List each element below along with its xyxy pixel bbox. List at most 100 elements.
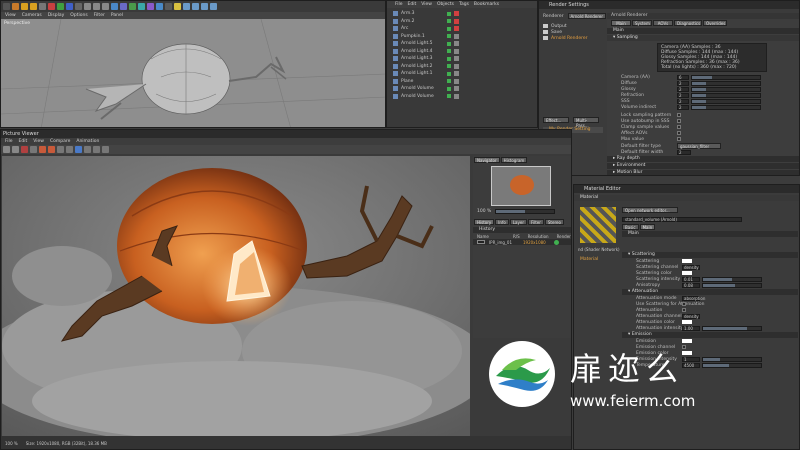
history-row[interactable]: IPR_img_01 1920x1080	[473, 239, 571, 245]
object-list-item[interactable]: Arm.2	[393, 18, 537, 26]
visibility-icon[interactable]	[447, 49, 451, 54]
om-menu-tags[interactable]: Tags	[459, 1, 469, 8]
tab-system[interactable]: System	[632, 20, 652, 26]
object-list-item[interactable]: Arnold Volume	[393, 93, 537, 101]
visibility-icon[interactable]	[447, 34, 451, 39]
cube-icon[interactable]	[111, 3, 118, 10]
viewport-menu-options[interactable]: Options	[70, 12, 87, 19]
y-axis-icon[interactable]	[57, 3, 64, 10]
material-param-slider[interactable]	[702, 276, 762, 282]
stop-icon[interactable]	[21, 146, 28, 153]
option-checkbox[interactable]	[677, 113, 681, 117]
tab-navigator[interactable]: Navigator	[474, 157, 500, 163]
tab-histogram[interactable]: Histogram	[500, 157, 528, 163]
visibility-icon[interactable]	[447, 56, 451, 61]
render-settings-icon[interactable]	[102, 3, 109, 10]
render-settings-item-arnold[interactable]: Arnold Renderer	[543, 35, 603, 41]
channel-icon[interactable]	[84, 146, 91, 153]
material-param-field[interactable]: density	[682, 264, 700, 270]
object-list-item[interactable]: Arnold Light.5	[393, 40, 537, 48]
param-slider[interactable]	[691, 74, 761, 80]
visibility-icon[interactable]	[447, 19, 451, 24]
option-checkbox[interactable]	[677, 119, 681, 123]
material-param-checkbox[interactable]	[682, 308, 686, 312]
param-slider[interactable]	[691, 80, 761, 86]
arnold-icon[interactable]	[183, 3, 190, 10]
tag-icon[interactable]	[454, 18, 459, 24]
tag-icon[interactable]	[454, 41, 459, 47]
ray-depth-section[interactable]: ▸ Ray depth	[607, 156, 799, 162]
option-checkbox[interactable]	[677, 125, 681, 129]
tab-basic[interactable]: Basic	[622, 224, 639, 230]
ipr-icon[interactable]	[39, 146, 46, 153]
x-axis-icon[interactable]	[48, 3, 55, 10]
sampling-section[interactable]: ▾ Sampling	[607, 35, 799, 41]
renderer-dropdown[interactable]: Arnold Renderer	[567, 13, 607, 19]
pumpkin-model[interactable]	[141, 43, 231, 115]
om-menu-objects[interactable]: Objects	[437, 1, 454, 8]
arnold-volume-icon[interactable]	[210, 3, 217, 10]
environment-section[interactable]: ▸ Environment	[607, 163, 799, 169]
viewport-menu-filter[interactable]: Filter	[94, 12, 105, 19]
material-preview[interactable]	[580, 207, 616, 243]
tab-layer[interactable]: Layer	[509, 219, 527, 225]
visibility-icon[interactable]	[447, 86, 451, 91]
arm-model-right[interactable]	[228, 56, 287, 82]
om-menu-edit[interactable]: Edit	[408, 1, 417, 8]
visibility-icon[interactable]	[447, 41, 451, 46]
om-menu-view[interactable]: View	[421, 1, 432, 8]
material-param-field[interactable]: density	[682, 313, 700, 319]
multipass-button[interactable]: Multi-Pass...	[573, 117, 599, 128]
tag-icon[interactable]	[454, 33, 459, 39]
tab-stereo[interactable]: Stereo	[544, 219, 564, 225]
deformer-icon[interactable]	[147, 3, 154, 10]
param-field[interactable]: 2	[677, 92, 689, 98]
param-slider[interactable]	[691, 98, 761, 104]
motion-blur-section[interactable]: ▸ Motion Blur	[607, 170, 799, 175]
object-list-item[interactable]: Arm.3	[393, 10, 537, 18]
material-param-checkbox[interactable]	[682, 302, 686, 306]
arnold-light-icon[interactable]	[192, 3, 199, 10]
param-slider[interactable]	[691, 86, 761, 92]
param-slider[interactable]	[691, 104, 761, 110]
material-param-field[interactable]: absorption	[682, 295, 705, 301]
tab-history[interactable]: History	[474, 219, 495, 225]
visibility-icon[interactable]	[447, 71, 451, 76]
om-menu-file[interactable]: File	[395, 1, 403, 8]
viewport-menu-cameras[interactable]: Cameras	[22, 12, 42, 19]
filter-type-dropdown[interactable]: gaussian_filter	[677, 143, 721, 149]
object-list-item[interactable]: Arc	[393, 25, 537, 33]
material-param-field[interactable]: 0.01	[682, 276, 700, 282]
object-list-item[interactable]: Plane	[393, 78, 537, 86]
option-checkbox[interactable]	[677, 137, 681, 141]
material-param-slider[interactable]	[702, 325, 762, 331]
visibility-icon[interactable]	[447, 11, 451, 16]
object-list-item[interactable]: Arnold Light.2	[393, 63, 537, 71]
tab-diagnostics[interactable]: Diagnostics	[674, 20, 702, 26]
option-checkbox[interactable]	[677, 131, 681, 135]
tab-info[interactable]: Info	[495, 219, 509, 225]
ipr-pause-icon[interactable]	[48, 146, 55, 153]
tag-icon[interactable]	[454, 93, 459, 99]
aov-icon[interactable]	[93, 146, 100, 153]
exposure-icon[interactable]	[102, 146, 109, 153]
render-view-icon[interactable]	[3, 146, 10, 153]
tag-icon[interactable]	[454, 71, 459, 77]
render-view-icon[interactable]	[93, 3, 100, 10]
navigator-thumbnail[interactable]	[491, 166, 551, 206]
pv-menu-file[interactable]: File	[5, 138, 13, 145]
param-field[interactable]: 2	[677, 104, 689, 110]
viewport-menu-view[interactable]: View	[5, 12, 16, 19]
save-icon[interactable]	[30, 146, 37, 153]
param-field[interactable]: 6	[677, 74, 689, 80]
tab-overrides[interactable]: Overrides	[703, 20, 727, 26]
object-list-item[interactable]: Arnold Light.3	[393, 55, 537, 63]
compare-icon[interactable]	[75, 146, 82, 153]
zoom-slider[interactable]	[495, 208, 556, 214]
tag-icon[interactable]	[454, 56, 459, 62]
arm-model-left[interactable]	[85, 83, 147, 120]
param-field[interactable]: 2	[677, 98, 689, 104]
pv-menu-compare[interactable]: Compare	[50, 138, 70, 145]
render-image[interactable]	[2, 156, 470, 436]
select-tool-icon[interactable]	[39, 3, 46, 10]
